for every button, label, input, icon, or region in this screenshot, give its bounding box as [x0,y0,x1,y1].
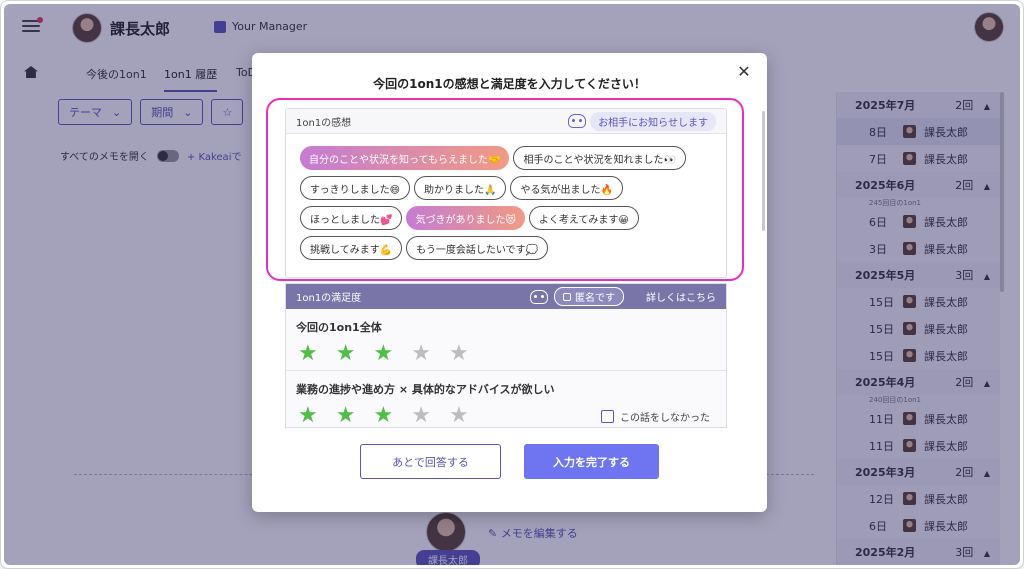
star-icon[interactable]: ★ [449,343,469,365]
impression-chip[interactable]: すっきりしました😄 [300,176,411,200]
impression-chip[interactable]: やる気が出ました🔥 [510,176,623,200]
feedback-modal: 今回の1on1の感想と満足度を入力してください！ ✕ 1on1の感想 お相手にお… [252,53,767,512]
impression-chip[interactable]: 気づきがありました😻 [406,206,525,230]
question-label: 業務の進捗や進め方 × 具体的なアドバイスが欲しい [296,383,555,396]
impression-chip-list: 自分のことや状況を知ってもらえました🤝 相手のことや状況を知れました👀 すっきりしま… [286,134,726,260]
question-label: 今回の1on1全体 [296,321,382,334]
complete-input-button[interactable]: 入力を完了する [524,444,659,479]
impressions-header: 1on1の感想 お相手にお知らせします [286,109,726,134]
star-icon[interactable]: ★ [411,405,431,427]
star-icon[interactable]: ★ [373,343,393,365]
star-icon[interactable]: ★ [336,343,356,365]
satisfaction-card: 1on1の満足度 匿名です 詳しくはこちら 今回の1on1全体 ★ ★ ★ ★ ★ 業務の進… [285,283,727,428]
details-link[interactable]: 詳しくはこちら [646,289,716,304]
impression-chip[interactable]: 挑戦してみます💪 [300,236,403,260]
impression-chip[interactable]: ほっとしました💕 [300,206,403,230]
satisfaction-question: 今回の1on1全体 ★ ★ ★ ★ ★ [286,309,726,371]
impression-chip[interactable]: 自分のことや状況を知ってもらえました🤝 [300,146,510,170]
notify-label: お相手にお知らせします [590,111,716,131]
impression-chip[interactable]: よく考えてみます😀 [528,206,639,230]
star-icon[interactable]: ★ [298,343,318,365]
star-icon[interactable]: ★ [336,405,356,427]
star-icon[interactable]: ★ [298,405,318,427]
modal-title: 今回の1on1の感想と満足度を入力してください！ [373,77,646,91]
impressions-card: 1on1の感想 お相手にお知らせします 自分のことや状況を知ってもらえました🤝 相… [285,108,727,278]
star-icon[interactable]: ★ [373,405,393,427]
impressions-heading: 1on1の感想 [296,117,352,129]
impression-chip[interactable]: 相手のことや状況を知れました👀 [513,146,686,170]
lock-icon [563,292,571,301]
answer-later-button[interactable]: あとで回答する [360,444,501,479]
modal-scrollbar[interactable] [762,111,765,231]
anonymous-badge: 匿名です [554,287,624,306]
anonymous-indicator: 匿名です 詳しくはこちら [530,287,716,306]
impression-chip[interactable]: もう一度会話したいです💭 [406,236,549,260]
mascot-icon [568,114,587,128]
did-not-discuss-checkbox[interactable] [601,410,614,423]
did-not-discuss-label: この話をしなかった [620,413,710,424]
anonymous-label: 匿名です [575,293,615,304]
mascot-icon [530,289,548,304]
close-icon[interactable]: ✕ [733,61,755,83]
did-not-discuss-option[interactable]: この話をしなかった [601,409,710,424]
satisfaction-question: 業務の進捗や進め方 × 具体的なアドバイスが欲しい ★ ★ ★ ★ ★ この話をしなかった [286,371,726,427]
question-list: 今回の1on1全体 ★ ★ ★ ★ ★ 業務の進捗や進め方 × 具体的なアドバイスが欲しい ★… [286,309,726,427]
satisfaction-header: 1on1の満足度 匿名です 詳しくはこちら [286,284,726,309]
star-icon[interactable]: ★ [449,405,469,427]
star-rating: ★ ★ ★ ★ ★ [296,343,716,365]
notify-indicator: お相手にお知らせします [568,111,716,131]
impression-chip[interactable]: 助かりました🙏 [414,176,507,200]
satisfaction-heading: 1on1の満足度 [296,293,362,304]
star-icon[interactable]: ★ [411,343,431,365]
